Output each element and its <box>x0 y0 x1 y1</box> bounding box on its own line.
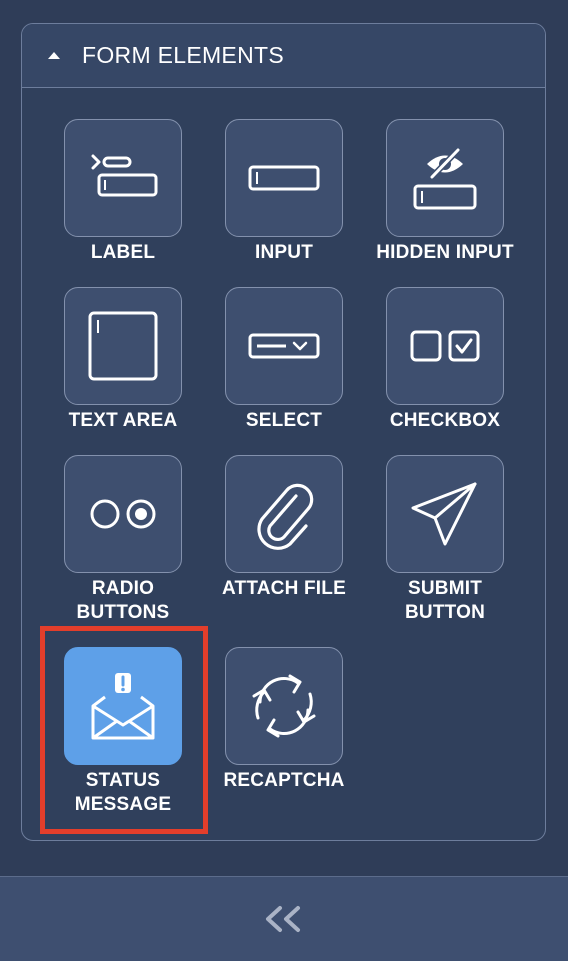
tile-input-text: INPUT <box>255 242 313 263</box>
tile-checkbox[interactable]: CHECKBOX <box>365 287 525 433</box>
hidden-input-icon <box>413 146 477 210</box>
tile-submit-button-box[interactable] <box>386 455 504 573</box>
tile-recaptcha-box[interactable] <box>225 647 343 765</box>
tile-radio-buttons-box[interactable] <box>64 455 182 573</box>
caret-up-icon <box>48 52 60 59</box>
text-area-icon <box>88 311 158 381</box>
tile-checkbox-text: CHECKBOX <box>389 410 501 431</box>
tile-text-area-text: TEXT AREA <box>68 410 178 431</box>
tile-attach-file[interactable]: ATTACH FILE <box>204 455 364 601</box>
form-elements-header[interactable]: FORM ELEMENTS <box>22 24 545 88</box>
collapse-sidebar-button[interactable] <box>0 876 568 961</box>
tile-text-area[interactable]: TEXT AREA <box>43 287 203 433</box>
label-icon <box>91 154 158 197</box>
tile-attach-file-text: ATTACH FILE <box>222 578 346 599</box>
tile-checkbox-box[interactable] <box>386 287 504 405</box>
checkbox-icon <box>410 330 480 362</box>
paper-plane-icon <box>411 482 477 546</box>
tile-status-message-box[interactable] <box>64 647 182 765</box>
tile-input[interactable]: INPUT <box>204 119 364 265</box>
panel-title: FORM ELEMENTS <box>82 42 284 68</box>
recaptcha-icon <box>252 674 316 738</box>
double-chevron-left-icon <box>266 906 300 932</box>
tile-status-message-text: STATUS MESSAGE <box>74 770 172 815</box>
paperclip-icon <box>257 483 314 550</box>
tile-label-box[interactable] <box>64 119 182 237</box>
tile-recaptcha[interactable]: RECAPTCHA <box>204 647 364 793</box>
tile-status-message[interactable]: STATUS MESSAGE <box>43 647 203 817</box>
tile-attach-file-box[interactable] <box>225 455 343 573</box>
tile-recaptcha-text: RECAPTCHA <box>223 770 345 791</box>
tile-submit-button[interactable]: SUBMIT BUTTON <box>365 455 525 625</box>
input-icon <box>248 165 320 191</box>
tile-select-text: SELECT <box>245 410 323 431</box>
radio-buttons-icon <box>90 499 156 529</box>
tile-hidden-input[interactable]: HIDDEN INPUT <box>365 119 525 265</box>
tile-label[interactable]: LABEL <box>43 119 203 265</box>
tile-radio-buttons[interactable]: RADIO BUTTONS <box>43 455 203 625</box>
tile-hidden-input-box[interactable] <box>386 119 504 237</box>
envelope-alert-icon <box>91 673 155 740</box>
tile-radio-buttons-text: RADIO BUTTONS <box>76 578 170 623</box>
tile-text-area-box[interactable] <box>64 287 182 405</box>
select-icon <box>248 333 320 359</box>
tile-input-box[interactable] <box>225 119 343 237</box>
tile-submit-button-text: SUBMIT BUTTON <box>404 578 485 623</box>
tile-select[interactable]: SELECT <box>204 287 364 433</box>
tile-label-text: LABEL <box>90 242 156 263</box>
tile-hidden-input-text: HIDDEN INPUT <box>376 242 514 263</box>
tile-select-box[interactable] <box>225 287 343 405</box>
